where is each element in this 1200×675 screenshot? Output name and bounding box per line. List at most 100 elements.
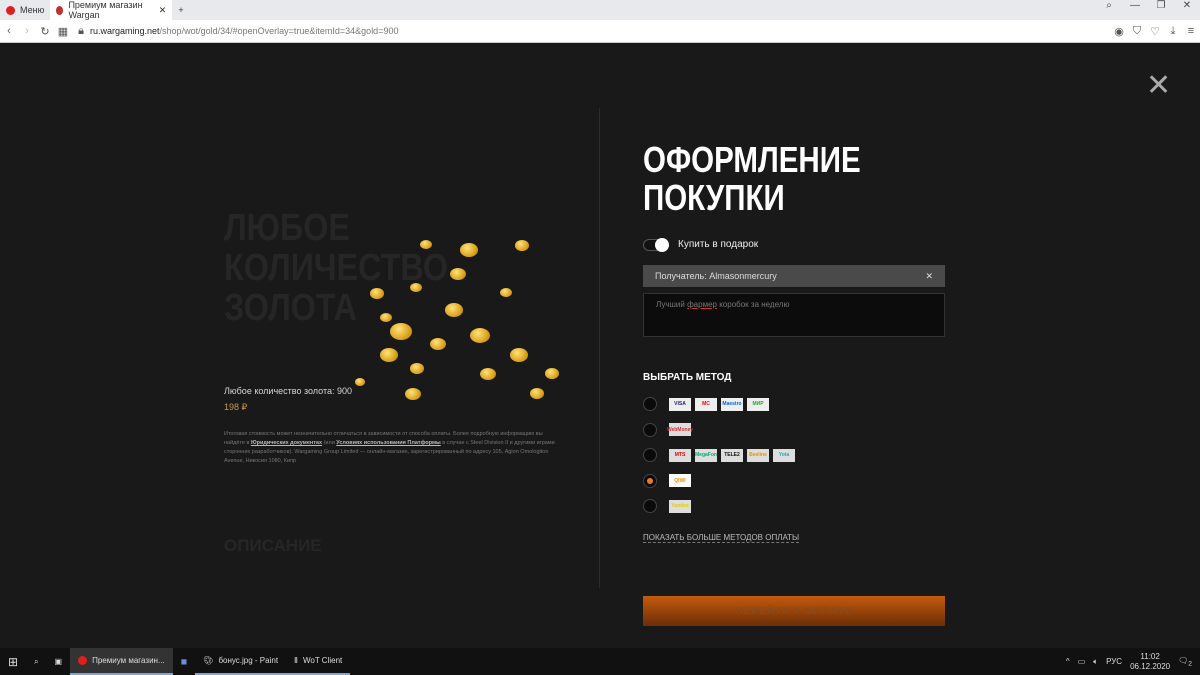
coin — [430, 338, 446, 350]
legal-documents-link[interactable]: Юридических документах — [251, 440, 322, 446]
coin — [390, 323, 412, 340]
payment-method-radio[interactable] — [643, 422, 657, 437]
coin — [355, 378, 365, 386]
coin — [545, 368, 559, 379]
payment-method-radio[interactable] — [643, 499, 657, 513]
opera-logo-icon — [6, 5, 15, 15]
payment-method-radio[interactable] — [643, 397, 657, 411]
coin — [410, 363, 424, 374]
platform-terms-link[interactable]: Условиях использования Платформы — [336, 440, 440, 446]
camera-icon[interactable]: ◉ — [1110, 25, 1128, 38]
coin — [380, 348, 398, 362]
payment-logo-icon: Yandex — [669, 499, 691, 513]
clear-recipient-icon[interactable]: ✕ — [925, 271, 933, 282]
notifications-icon[interactable]: 🗨︎2 — [1178, 656, 1192, 668]
payment-method-row[interactable]: QIWI — [643, 473, 691, 488]
divider — [599, 108, 600, 588]
product-price: 198 ₽ — [224, 402, 248, 412]
payment-method-row[interactable]: VISA MC Maestro МИР — [643, 397, 769, 411]
payment-logo-icon: Beeline — [747, 448, 769, 462]
payment-logo-icon: МИР — [747, 397, 769, 411]
favicon-icon — [56, 5, 64, 15]
payment-method-row[interactable]: WebMoney — [643, 422, 693, 437]
coin — [445, 303, 463, 317]
product-name: Любое количество золота: 900 — [224, 386, 352, 396]
coin — [460, 243, 478, 257]
network-icon[interactable]: ▭ — [1078, 657, 1086, 666]
payment-method-radio[interactable] — [643, 448, 657, 462]
recipient-name: Получатель: Almasonmercury — [655, 271, 777, 281]
download-icon[interactable]: ⤓ — [1164, 25, 1182, 38]
coin — [380, 313, 392, 322]
menu-icon[interactable]: ≡ — [1182, 25, 1200, 37]
heart-icon[interactable]: ♡ — [1146, 25, 1164, 38]
close-tab-icon[interactable]: ✕ — [159, 5, 167, 16]
url-field[interactable]: ru.wargaming.net/shop/wot/gold/34/#openO… — [90, 26, 1110, 36]
system-tray: ^ ▭ 🔈︎ РУС 11:02 06.12.2020 🗨︎2 — [1066, 648, 1192, 675]
coin — [420, 240, 432, 249]
forward-icon[interactable]: › — [18, 25, 36, 37]
tray-chevron-icon[interactable]: ^ — [1066, 657, 1070, 666]
payment-logo-icon: Maestro — [721, 397, 743, 411]
search-tabs-icon[interactable]: ⌕ — [1096, 0, 1122, 11]
taskbar-item-wot[interactable]: Ⅱ WoT Client — [286, 648, 351, 675]
speed-dial-icon[interactable]: ▦ — [54, 25, 72, 38]
payment-logo-icon: Yota — [773, 448, 795, 462]
payment-logo-icon: WebMoney — [667, 423, 693, 436]
payment-logo-icon: VISA — [669, 397, 691, 411]
gift-label: Купить в подарок — [678, 239, 759, 250]
payment-logo-icon: TELE2 — [721, 448, 743, 462]
browser-tab-bar: Меню Премиум магазин Wargan ✕ + ⌕ — ❐ ✕ — [0, 0, 1200, 20]
checkout-title: ОФОРМЛЕНИЕ ПОКУПКИ — [643, 139, 861, 218]
discord-icon[interactable]: ◼ — [173, 648, 196, 675]
coin — [470, 328, 490, 343]
wot-icon: Ⅱ — [294, 656, 298, 665]
taskbar-item-opera[interactable]: Премиум магазин... — [70, 648, 173, 675]
show-more-methods-link[interactable]: ПОКАЗАТЬ БОЛЬШЕ МЕТОДОВ ОПЛАТЫ — [643, 533, 800, 543]
taskbar-item-paint[interactable]: 🎨︎ бонус.jpg - Paint — [195, 648, 287, 675]
pinned-app-icon[interactable]: ▣ — [47, 648, 71, 675]
payment-method-radio[interactable] — [643, 473, 657, 488]
coin — [510, 348, 528, 362]
reload-icon[interactable]: ↻ — [36, 25, 54, 38]
shop-overlay: ЛЮБОЕ КОЛИЧЕСТВО ЗОЛОТА ОПИСАНИЕ Любое к… — [0, 43, 1200, 648]
menu-label: Меню — [20, 5, 45, 15]
volume-icon[interactable]: 🔈︎ — [1093, 657, 1098, 667]
language-indicator[interactable]: РУС — [1106, 657, 1122, 666]
gift-toggle[interactable] — [643, 238, 669, 252]
payment-method-row[interactable]: MTS MegaFon TELE2 Beeline Yota — [643, 448, 795, 462]
coin — [500, 288, 512, 297]
minimize-button[interactable]: — — [1122, 0, 1148, 11]
tab-title: Премиум магазин Wargan — [68, 0, 143, 20]
payment-logo-icon: MegaFon — [695, 448, 717, 462]
start-button[interactable]: ⊞ — [0, 648, 26, 675]
gift-message-textarea[interactable]: Лучший фармер коробок за неделю — [643, 293, 945, 337]
coin — [450, 268, 466, 280]
adblock-icon[interactable]: ⛉ — [1128, 25, 1146, 38]
clock[interactable]: 11:02 06.12.2020 — [1130, 652, 1170, 672]
taskbar: ⊞ ⌕ ▣ Премиум магазин... ◼ 🎨︎ бонус.jpg -… — [0, 648, 1200, 675]
restore-button[interactable]: ❐ — [1148, 0, 1174, 11]
coin — [405, 388, 421, 400]
address-bar: ‹ › ↻ ▦ 🔒︎ ru.wargaming.net/shop/wot/gold/34… — [0, 20, 1200, 43]
payment-method-row[interactable]: Yandex — [643, 499, 691, 513]
search-icon[interactable]: ⌕ — [26, 648, 46, 675]
opera-menu-button[interactable]: Меню — [0, 0, 50, 20]
recipient-field[interactable]: Получатель: Almasonmercury ✕ — [643, 265, 945, 287]
back-icon[interactable]: ‹ — [0, 25, 18, 37]
coin — [480, 368, 496, 380]
coin — [410, 283, 422, 292]
url-path: /shop/wot/gold/34/#openOverlay=true&item… — [159, 26, 399, 36]
payment-logo-icon: MC — [695, 397, 717, 411]
legal-text: Итоговая стоимость может незначительно о… — [224, 431, 555, 464]
method-heading: ВЫБРАТЬ МЕТОД — [643, 372, 732, 383]
close-window-button[interactable]: ✕ — [1174, 0, 1200, 11]
gold-coins-image — [350, 228, 570, 400]
close-overlay-icon[interactable]: ✕ — [1146, 71, 1171, 101]
bg-description-heading: ОПИСАНИЕ — [224, 536, 322, 555]
proceed-to-payment-button[interactable]: ПЕРЕЙТИ К ОПЛАТЕ — [643, 596, 945, 626]
coin — [530, 388, 544, 399]
new-tab-button[interactable]: + — [172, 0, 189, 20]
paint-icon: 🎨︎ — [203, 656, 214, 665]
browser-tab[interactable]: Премиум магазин Wargan ✕ — [50, 0, 173, 20]
